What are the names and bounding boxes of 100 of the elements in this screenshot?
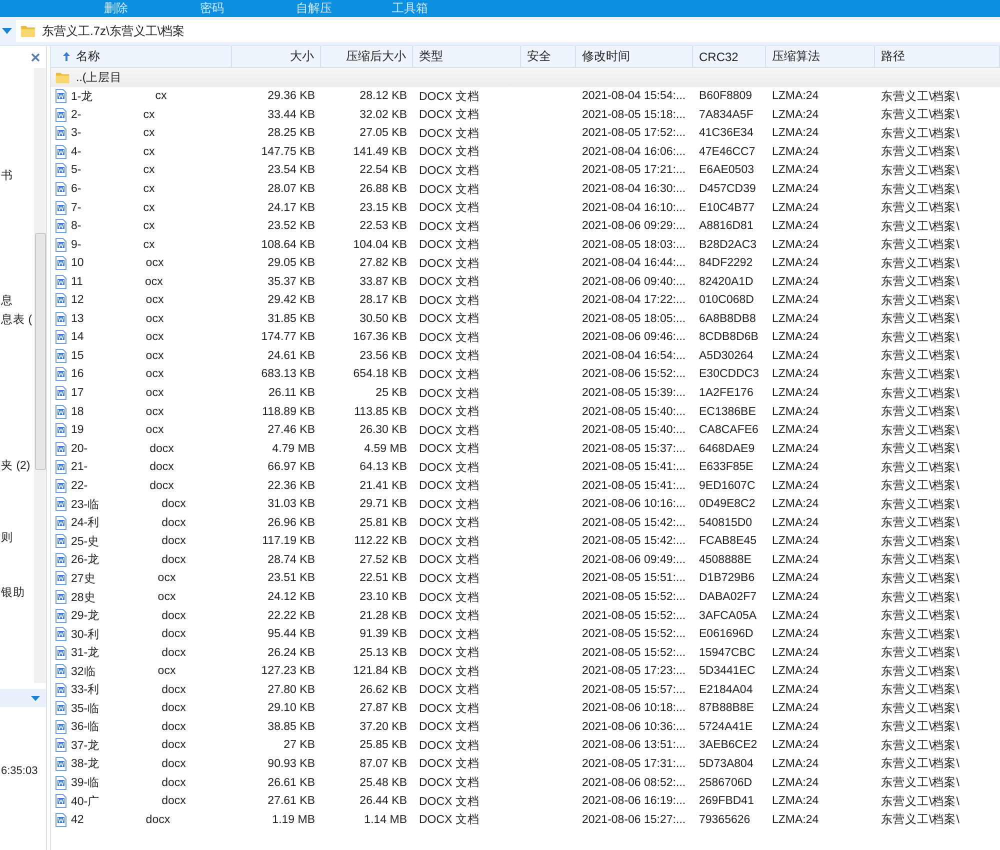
file-name-start: 21- bbox=[71, 461, 88, 474]
file-name-start: 19 bbox=[71, 424, 84, 436]
packed-size-cell-text: 25.48 KB bbox=[358, 776, 408, 788]
modified-cell-text: 2021-08-05 15:42:... bbox=[581, 516, 687, 529]
modified-cell-text: 2021-08-05 17:31:... bbox=[581, 758, 687, 770]
crc-cell-text: 2586706D bbox=[698, 776, 754, 788]
document-icon bbox=[55, 738, 67, 752]
document-icon bbox=[55, 442, 67, 456]
file-name-start: 1-龙 bbox=[71, 90, 94, 104]
path-cell-text: 东营义工\档案\ bbox=[880, 794, 960, 809]
packed-size-cell-text: 26.62 KB bbox=[358, 684, 408, 696]
size-cell-text: 38.85 KB bbox=[266, 720, 316, 733]
column-header[interactable]: 类型 bbox=[413, 46, 521, 67]
type-cell-text: DOCX 文档 bbox=[418, 516, 480, 530]
column-header[interactable]: 压缩算法 bbox=[766, 46, 875, 67]
crc-cell-text: 5724A41E bbox=[698, 720, 754, 733]
size-cell-text: 28.74 KB bbox=[266, 554, 316, 566]
panel-item[interactable]: 则 bbox=[1, 530, 13, 545]
file-name-start: 16 bbox=[71, 368, 84, 380]
file-name-end: ocx bbox=[146, 406, 164, 418]
parent-folder-row[interactable]: ..(上层目 bbox=[51, 68, 1000, 87]
column-header[interactable]: 路径 bbox=[875, 46, 1000, 67]
column-header[interactable]: 安全 bbox=[521, 46, 576, 67]
address-field[interactable]: 东营义工.7z\东营义工\档案 bbox=[16, 20, 1000, 42]
modified-cell-text: 2021-08-05 17:21:... bbox=[581, 164, 687, 176]
modified-cell-text: 2021-08-04 16:30:... bbox=[581, 183, 687, 195]
path-cell-text: 东营义工\档案\ bbox=[880, 126, 960, 141]
packed-size-cell-text: 121.84 KB bbox=[352, 665, 408, 678]
document-icon bbox=[55, 756, 67, 771]
type-cell-text: DOCX 文档 bbox=[418, 404, 480, 420]
panel-item[interactable]: 书 bbox=[1, 168, 13, 183]
size-cell-text: 95.44 KB bbox=[266, 628, 316, 640]
method-cell-text: LZMA:24 bbox=[771, 610, 820, 622]
file-name-end: docx bbox=[162, 628, 186, 640]
file-name-start: 2- bbox=[71, 108, 82, 121]
size-cell-text: 22.22 KB bbox=[266, 610, 316, 622]
file-name-end: cx bbox=[143, 146, 155, 158]
type-cell-text: DOCX 文档 bbox=[418, 294, 480, 308]
size-cell-text: 1.19 MB bbox=[271, 814, 316, 826]
file-name-start: 15 bbox=[71, 350, 84, 362]
type-cell-text: DOCX 文档 bbox=[418, 386, 480, 401]
column-header[interactable]: 大小 bbox=[232, 46, 321, 67]
path-cell-text: 东营义工\档案\ bbox=[880, 719, 960, 734]
crc-cell-text: 269FBD41 bbox=[698, 795, 755, 808]
file-name-start: 35-临 bbox=[71, 702, 100, 716]
dropdown-caret-icon[interactable] bbox=[2, 28, 12, 34]
modified-cell-text: 2021-08-04 16:06:... bbox=[581, 146, 687, 158]
panel-item[interactable]: 息表 ( bbox=[1, 312, 32, 327]
document-icon bbox=[55, 497, 67, 512]
file-name-end: ocx bbox=[158, 572, 176, 584]
size-cell-text: 683.13 KB bbox=[260, 368, 316, 380]
panel-item[interactable]: 息 bbox=[1, 293, 13, 308]
modified-cell-text: 2021-08-06 09:40:... bbox=[581, 276, 687, 288]
path-cell-text: 东营义工\档案\ bbox=[880, 330, 960, 345]
type-cell-text: DOCX 文档 bbox=[418, 794, 480, 809]
method-cell-text: LZMA:24 bbox=[771, 406, 820, 418]
column-header[interactable]: CRC32 bbox=[693, 46, 766, 67]
path-cell-text: 东营义工\档案\ bbox=[880, 664, 960, 679]
dropdown-caret-icon[interactable] bbox=[31, 696, 40, 700]
file-name-start: 40-广 bbox=[71, 794, 100, 809]
packed-size-cell-text: 23.15 KB bbox=[358, 202, 408, 214]
path-cell-text: 东营义工\档案\ bbox=[880, 404, 960, 420]
modified-cell-text: 2021-08-05 15:40:... bbox=[581, 406, 687, 418]
document-icon bbox=[55, 627, 67, 642]
modified-cell-text: 2021-08-04 17:22:... bbox=[581, 294, 687, 306]
type-cell-text: DOCX 文档 bbox=[418, 646, 480, 660]
file-name-start: 14 bbox=[71, 331, 84, 344]
crc-cell-text: 5D73A804 bbox=[698, 758, 754, 770]
document-icon bbox=[55, 274, 67, 289]
file-name-end: ocx bbox=[146, 331, 164, 344]
column-header[interactable]: 修改时间 bbox=[576, 46, 693, 67]
file-name-end: ocx bbox=[146, 424, 164, 436]
crc-cell-text: D1B729B6 bbox=[698, 572, 756, 584]
type-cell-text: DOCX 文档 bbox=[418, 144, 480, 160]
crc-cell-text: B60F8809 bbox=[698, 90, 754, 102]
column-header[interactable]: 压缩后大小 bbox=[321, 46, 413, 67]
file-name-end: docx bbox=[162, 554, 186, 566]
path-cell-text: 东营义工\档案\ bbox=[880, 441, 960, 456]
size-cell-text: 29.10 KB bbox=[266, 702, 316, 714]
packed-size-cell-text: 28.12 KB bbox=[358, 90, 408, 102]
path-cell-text: 东营义工\档案\ bbox=[880, 163, 960, 178]
panel-item[interactable]: 夹 (2) bbox=[1, 458, 30, 473]
modified-cell-text: 2021-08-06 08:52:... bbox=[581, 776, 687, 788]
modified-cell-text: 2021-08-06 09:29:... bbox=[581, 220, 687, 232]
file-name-start: 25-史 bbox=[71, 534, 100, 549]
file-name-start: 29-龙 bbox=[71, 608, 100, 624]
size-cell-text: 24.61 KB bbox=[266, 350, 316, 362]
document-icon bbox=[55, 516, 67, 530]
file-name-start: 27史 bbox=[71, 572, 96, 586]
column-header[interactable]: 名称 bbox=[51, 46, 232, 67]
modified-cell-text: 2021-08-05 15:52:... bbox=[581, 591, 687, 604]
type-cell-text: DOCX 文档 bbox=[418, 572, 480, 586]
panel-item[interactable]: 银助 bbox=[1, 585, 25, 600]
close-icon[interactable] bbox=[31, 52, 40, 62]
method-cell-text: LZMA:24 bbox=[771, 368, 820, 380]
modified-cell-text: 2021-08-05 15:39:... bbox=[581, 387, 687, 400]
type-cell-text: DOCX 文档 bbox=[418, 126, 480, 141]
scrollbar[interactable] bbox=[34, 68, 46, 683]
file-name-end: ocx bbox=[146, 294, 164, 306]
type-cell-text: DOCX 文档 bbox=[418, 164, 480, 178]
